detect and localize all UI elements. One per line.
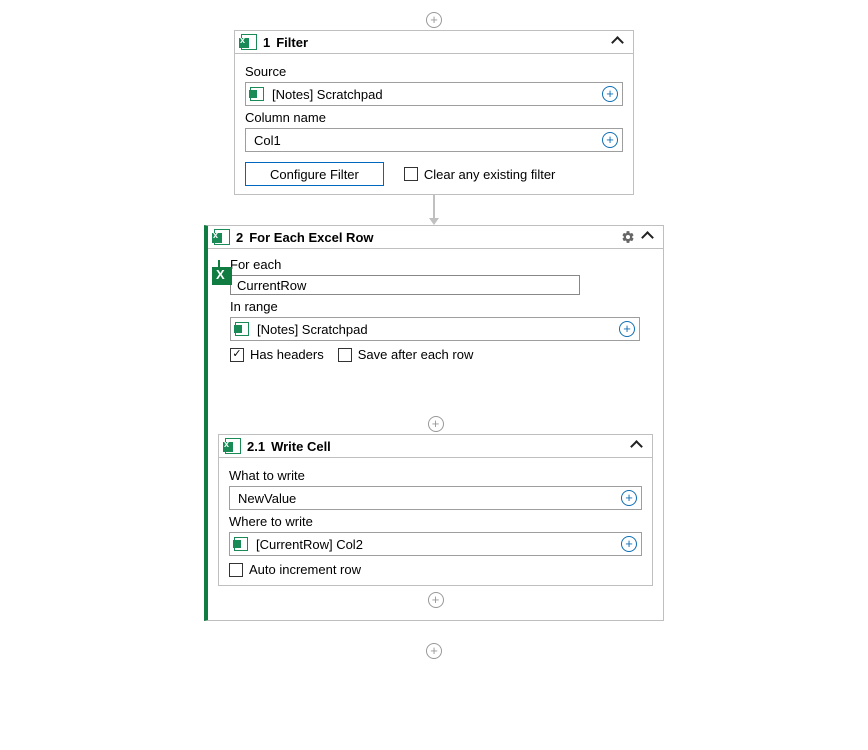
foreach-variable-input[interactable]: CurrentRow bbox=[230, 275, 580, 295]
add-activity-before-writecell[interactable] bbox=[428, 416, 444, 432]
clear-filter-label: Clear any existing filter bbox=[424, 167, 556, 182]
activity-filter[interactable]: 1 Filter Source [Notes] Scratchpad Colum… bbox=[234, 30, 634, 195]
writecell-what-expand[interactable] bbox=[621, 490, 637, 506]
clear-filter-checkbox-box[interactable] bbox=[404, 167, 418, 181]
foreach-range-label: In range bbox=[230, 299, 653, 314]
has-headers-checkbox[interactable]: Has headers bbox=[230, 347, 324, 362]
collapse-icon[interactable] bbox=[611, 35, 625, 49]
auto-increment-checkbox[interactable]: Auto increment row bbox=[229, 562, 361, 577]
writecell-what-input[interactable]: NewValue bbox=[229, 486, 642, 510]
writecell-where-expand[interactable] bbox=[621, 536, 637, 552]
add-activity-bottom[interactable] bbox=[426, 643, 442, 659]
excel-range-icon bbox=[235, 322, 249, 336]
save-after-row-label: Save after each row bbox=[358, 347, 474, 362]
filter-title: Filter bbox=[276, 35, 611, 50]
writecell-step-number: 2.1 bbox=[247, 439, 265, 454]
foreach-step-number: 2 bbox=[236, 230, 243, 245]
writecell-where-value: [CurrentRow] Col2 bbox=[252, 537, 621, 552]
excel-icon bbox=[241, 34, 257, 50]
filter-column-value: Col1 bbox=[250, 133, 602, 148]
filter-step-number: 1 bbox=[263, 35, 270, 50]
foreach-header[interactable]: 2 For Each Excel Row bbox=[208, 226, 663, 249]
foreach-variable-value: CurrentRow bbox=[237, 278, 306, 293]
foreach-range-expand[interactable] bbox=[619, 321, 635, 337]
writecell-what-value: NewValue bbox=[234, 491, 621, 506]
foreach-range-input[interactable]: [Notes] Scratchpad bbox=[230, 317, 640, 341]
add-activity-after-writecell[interactable] bbox=[428, 592, 444, 608]
collapse-icon[interactable] bbox=[641, 230, 655, 244]
filter-column-expand[interactable] bbox=[602, 132, 618, 148]
activity-write-cell[interactable]: 2.1 Write Cell What to write NewValue Wh… bbox=[218, 434, 653, 586]
connector-arrow-icon bbox=[429, 218, 439, 225]
writecell-what-label: What to write bbox=[229, 468, 642, 483]
filter-source-label: Source bbox=[245, 64, 623, 79]
save-after-row-checkbox[interactable]: Save after each row bbox=[338, 347, 474, 362]
writecell-where-input[interactable]: [CurrentRow] Col2 bbox=[229, 532, 642, 556]
auto-increment-label: Auto increment row bbox=[249, 562, 361, 577]
excel-range-icon bbox=[234, 537, 248, 551]
foreach-range-value: [Notes] Scratchpad bbox=[253, 322, 619, 337]
filter-source-value: [Notes] Scratchpad bbox=[268, 87, 602, 102]
writecell-title: Write Cell bbox=[271, 439, 630, 454]
filter-column-input[interactable]: Col1 bbox=[245, 128, 623, 152]
clear-filter-checkbox[interactable]: Clear any existing filter bbox=[404, 167, 556, 182]
has-headers-box[interactable] bbox=[230, 348, 244, 362]
filter-source-expand[interactable] bbox=[602, 86, 618, 102]
excel-icon bbox=[225, 438, 241, 454]
activity-for-each-excel-row[interactable]: 2 For Each Excel Row For each CurrentRow… bbox=[204, 225, 664, 621]
configure-filter-button[interactable]: Configure Filter bbox=[245, 162, 384, 186]
filter-source-input[interactable]: [Notes] Scratchpad bbox=[245, 82, 623, 106]
auto-increment-box[interactable] bbox=[229, 563, 243, 577]
has-headers-label: Has headers bbox=[250, 347, 324, 362]
connector-line bbox=[433, 195, 435, 218]
excel-app-icon bbox=[218, 260, 220, 277]
foreach-for-each-label: For each bbox=[230, 257, 653, 272]
activity-filter-header[interactable]: 1 Filter bbox=[235, 31, 633, 54]
foreach-title: For Each Excel Row bbox=[249, 230, 621, 245]
filter-column-label: Column name bbox=[245, 110, 623, 125]
excel-range-icon bbox=[250, 87, 264, 101]
writecell-header[interactable]: 2.1 Write Cell bbox=[219, 435, 652, 458]
save-after-row-box[interactable] bbox=[338, 348, 352, 362]
add-activity-top[interactable] bbox=[426, 12, 442, 28]
writecell-where-label: Where to write bbox=[229, 514, 642, 529]
gear-icon[interactable] bbox=[621, 230, 635, 244]
collapse-icon[interactable] bbox=[630, 439, 644, 453]
excel-icon bbox=[214, 229, 230, 245]
